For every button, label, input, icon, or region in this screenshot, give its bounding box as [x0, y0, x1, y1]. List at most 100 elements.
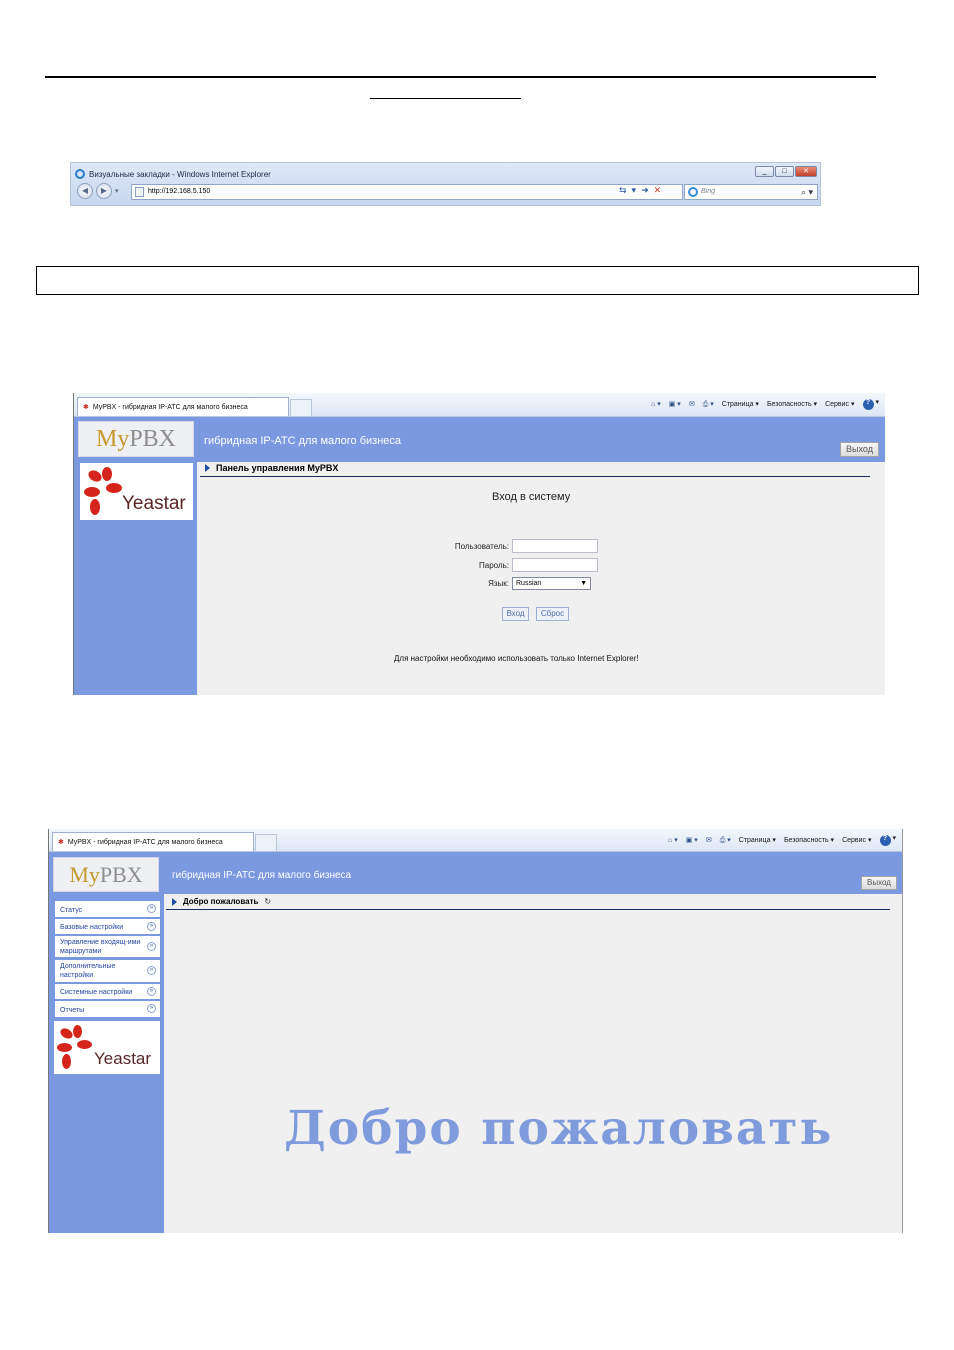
menu-item-label: Дополнительные настройки	[60, 963, 116, 979]
top-horizontal-rule	[45, 76, 876, 78]
history-dropdown-icon[interactable]: ▾	[115, 187, 119, 195]
search-icon[interactable]: ⌕ ▾	[801, 185, 813, 199]
mypbx-logo: My PBX	[78, 421, 194, 457]
chevron-down-icon: ▼	[580, 580, 587, 587]
ie-title-bar: Визуальные закладки - Windows Internet E…	[75, 166, 271, 182]
short-underline	[370, 98, 521, 99]
home-icon[interactable]: ⌂ ▾	[668, 836, 678, 844]
browser-tools: ⌂ ▾ ▣ ▾ ✉ ⎙ ▾ Страница ▾ Безопасность ▾ …	[668, 834, 896, 846]
minimize-button[interactable]: _	[755, 166, 774, 177]
browser-tab[interactable]: ✱ MyPBX - гибридная IP-АТС для малого би…	[52, 832, 254, 851]
print-icon[interactable]: ⎙ ▾	[720, 836, 731, 845]
new-tab-button[interactable]	[255, 834, 277, 851]
menu-item-label: Статус	[60, 907, 83, 914]
logout-button[interactable]: Выход	[861, 876, 897, 890]
ie-logo-icon	[75, 169, 85, 179]
refresh-icon[interactable]: ↻	[264, 897, 271, 906]
page-menu-label: Страница	[721, 401, 754, 408]
tab-title: MyPBX - гибридная IP-АТС для малого бизн…	[67, 838, 223, 846]
chevron-down-icon: »	[147, 986, 156, 996]
header-banner	[74, 417, 885, 462]
address-bar-actions: ⇆ ▾ ➜ ✕	[619, 185, 661, 196]
menu-item-advanced-settings[interactable]: Дополнительные настройки »	[55, 960, 160, 983]
window-controls: _ □ ✕	[755, 166, 817, 177]
yeastar-logo: Yeastar	[80, 463, 193, 520]
breadcrumb: Панель управления MyPBX	[205, 463, 338, 473]
menu-item-label: Управление входящ-ими маршрутами	[60, 939, 141, 955]
forward-icon[interactable]: ▶	[96, 183, 112, 199]
feeds-icon[interactable]: ▣ ▾	[686, 836, 698, 844]
reset-button[interactable]: Сброс	[536, 607, 569, 621]
login-button[interactable]: Вход	[502, 607, 529, 621]
logo-petal	[84, 487, 100, 497]
search-input[interactable]: Bing ⌕ ▾	[684, 184, 818, 200]
logo-petal	[86, 468, 104, 484]
print-icon[interactable]: ⎙ ▾	[703, 400, 714, 409]
menu-item-label: Отчеты	[60, 1007, 85, 1014]
page-menu[interactable]: Страница ▾	[739, 836, 776, 844]
address-url: http://192.168.5.150	[148, 188, 211, 195]
menu-item-label: Системные настройки	[60, 989, 133, 996]
compat-view-icon[interactable]: ⇆	[619, 185, 627, 196]
stop-icon[interactable]: ✕	[654, 185, 662, 196]
tools-menu[interactable]: Сервис ▾	[825, 400, 854, 408]
breadcrumb-label: Добро пожаловать	[183, 897, 259, 906]
mail-icon[interactable]: ✉	[706, 836, 712, 844]
nav-buttons: ◀ ▶ ▾	[77, 183, 119, 199]
back-icon[interactable]: ◀	[77, 183, 93, 199]
logo-petal	[106, 483, 122, 493]
feeds-icon[interactable]: ▣ ▾	[669, 400, 681, 408]
address-dropdown-icon[interactable]: ▾	[632, 185, 637, 196]
chevron-down-icon: »	[147, 966, 156, 975]
close-button[interactable]: ✕	[795, 166, 817, 177]
new-tab-button[interactable]	[290, 399, 312, 416]
browser-command-bar: ✱ MyPBX - гибридная IP-АТС для малого би…	[74, 393, 885, 417]
header-subtitle: гибридная IP-АТС для малого бизнеса	[172, 870, 352, 881]
ie-window-title: Визуальные закладки - Windows Internet E…	[89, 169, 271, 179]
safety-menu[interactable]: Безопасность ▾	[784, 836, 834, 844]
login-title: Вход в систему	[492, 491, 571, 503]
language-select[interactable]: Russian ▼	[512, 577, 591, 590]
username-field[interactable]	[512, 539, 598, 553]
mail-icon[interactable]: ✉	[689, 400, 695, 408]
welcome-heading: Добро пожаловать	[284, 1101, 834, 1156]
help-menu[interactable]: ? ▾	[879, 834, 896, 846]
logo-pbx: PBX	[129, 425, 177, 452]
logo-pbx: PBX	[99, 861, 143, 887]
mypbx-favicon-icon: ✱	[83, 404, 89, 411]
help-icon: ?	[879, 835, 891, 846]
menu-item-status[interactable]: Статус »	[55, 901, 160, 918]
login-screenshot: ✱ MyPBX - гибридная IP-АТС для малого би…	[73, 393, 885, 695]
address-bar[interactable]: http://192.168.5.150	[131, 184, 683, 200]
safety-menu-label: Безопасность	[766, 401, 812, 408]
empty-bordered-box	[36, 266, 919, 295]
breadcrumb-arrow-icon	[205, 464, 210, 472]
yeastar-wordmark: Yeastar	[94, 1049, 152, 1068]
home-icon[interactable]: ⌂ ▾	[651, 400, 661, 408]
logo-petal	[62, 1054, 71, 1069]
page-menu-label: Страница	[738, 837, 771, 844]
chevron-down-icon: »	[147, 904, 156, 913]
browser-tab[interactable]: ✱ MyPBX - гибридная IP-АТС для малого би…	[77, 397, 289, 416]
breadcrumb-divider	[200, 476, 870, 477]
menu-item-label: Базовые настройки	[60, 924, 124, 931]
menu-item-system-settings[interactable]: Системные настройки »	[55, 984, 160, 1000]
password-field[interactable]	[512, 558, 598, 572]
safety-menu[interactable]: Безопасность ▾	[767, 400, 817, 408]
help-menu[interactable]: ? ▾	[862, 398, 879, 410]
logo-petal	[77, 1040, 92, 1049]
chevron-down-icon: »	[147, 941, 156, 951]
maximize-button[interactable]: □	[775, 166, 794, 177]
yeastar-wordmark: Yeastar	[122, 493, 186, 514]
menu-item-reports[interactable]: Отчеты »	[55, 1001, 160, 1018]
mypbx-logo: My PBX	[53, 857, 159, 892]
logout-button[interactable]: Выход	[840, 442, 879, 457]
page-icon	[135, 187, 144, 197]
tools-menu[interactable]: Сервис ▾	[842, 836, 871, 844]
menu-item-basic-settings[interactable]: Базовые настройки »	[55, 919, 160, 935]
breadcrumb-arrow-icon	[172, 897, 177, 906]
menu-item-inbound-routes[interactable]: Управление входящ-ими маршрутами »	[55, 936, 160, 958]
page-menu[interactable]: Страница ▾	[722, 400, 759, 408]
language-label: Язык:	[488, 579, 509, 588]
go-arrow-icon[interactable]: ➜	[641, 185, 649, 196]
